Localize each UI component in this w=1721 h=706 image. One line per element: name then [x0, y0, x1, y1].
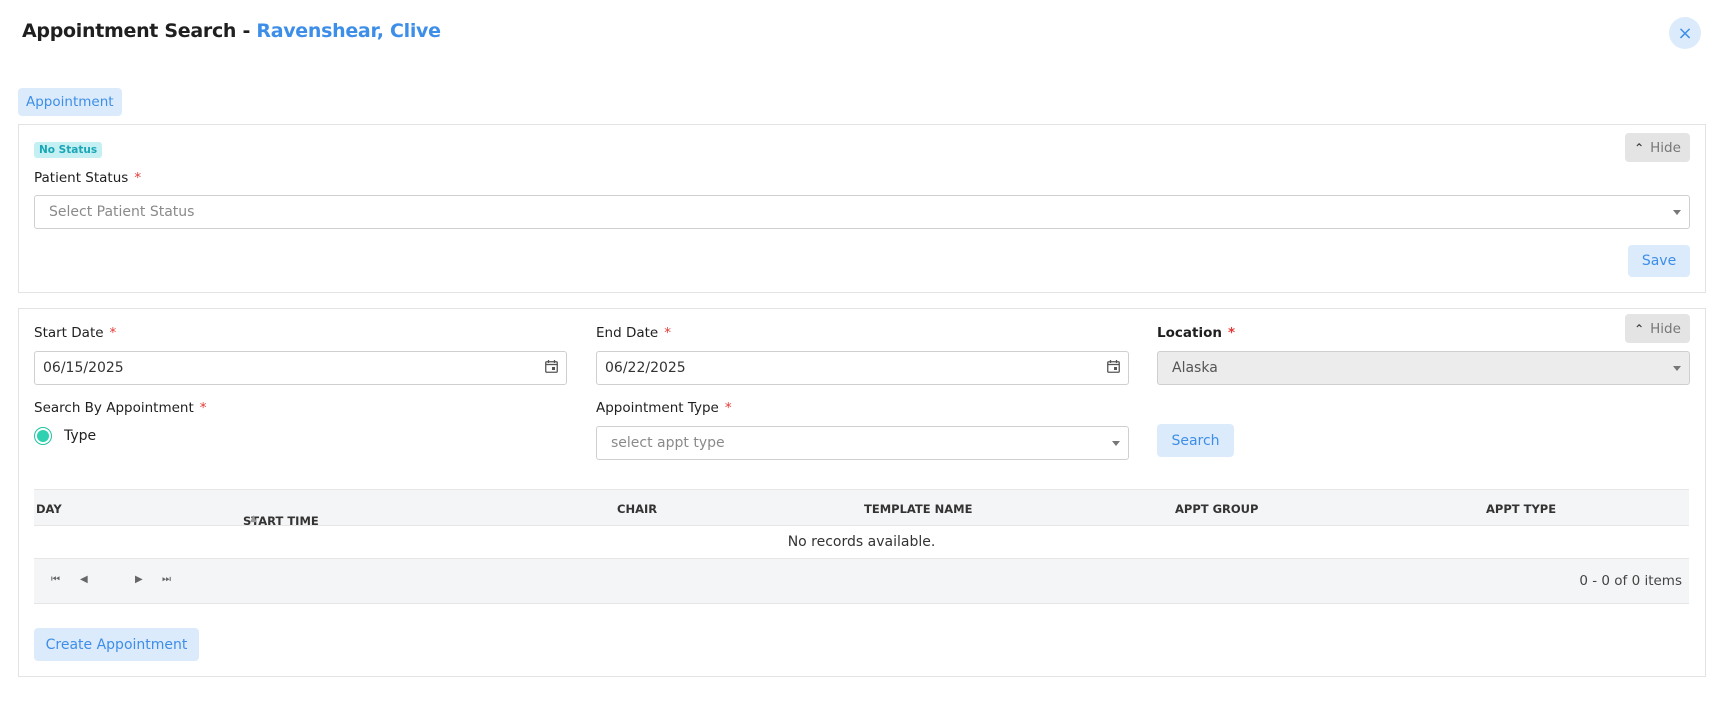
column-header-appt-type[interactable]: APPT TYPE	[1486, 502, 1556, 516]
search-by-label-text: Search By Appointment	[34, 400, 194, 416]
grid-empty-row: No records available.	[34, 526, 1689, 559]
chevron-up-icon: ⌃	[1634, 140, 1645, 155]
patient-status-placeholder: Select Patient Status	[49, 204, 195, 220]
patient-status-select[interactable]: Select Patient Status	[34, 195, 1690, 229]
chevron-down-icon	[1673, 366, 1681, 371]
column-header-appt-group[interactable]: APPT GROUP	[1175, 502, 1258, 516]
required-marker: *	[724, 400, 732, 416]
save-button[interactable]: Save	[1628, 245, 1690, 277]
radio-selected-icon[interactable]	[34, 427, 52, 445]
start-date-input[interactable]: 06/15/2025	[34, 351, 567, 385]
last-page-icon[interactable]: ⏭	[162, 574, 171, 585]
patient-status-label: Patient Status *	[34, 170, 141, 186]
required-marker: *	[134, 170, 142, 186]
status-badge: No Status	[34, 142, 103, 158]
search-button[interactable]: Search	[1157, 424, 1234, 457]
required-marker: *	[109, 325, 117, 341]
end-date-input[interactable]: 06/22/2025	[596, 351, 1129, 385]
appointment-type-select[interactable]: select appt type	[596, 426, 1129, 460]
calendar-icon[interactable]	[545, 360, 558, 373]
grid-header: DAY START TIME ▲ CHAIR TEMPLATE NAME APPT…	[34, 489, 1689, 528]
patient-status-panel: No Status ⌃ Hide Patient Status * Select …	[18, 124, 1706, 293]
start-date-label-text: Start Date	[34, 325, 104, 341]
page-title: Appointment Search - Ravenshear, Clive	[22, 20, 441, 42]
start-date-value: 06/15/2025	[43, 360, 124, 376]
required-marker: *	[199, 400, 207, 416]
patient-name: Ravenshear, Clive	[256, 20, 441, 42]
close-button[interactable]: ×	[1669, 17, 1701, 49]
location-label-text: Location	[1157, 325, 1222, 341]
appointment-type-placeholder: select appt type	[611, 435, 725, 451]
close-icon: ×	[1677, 22, 1693, 44]
location-value: Alaska	[1172, 360, 1218, 376]
appointment-search-panel: ⌃ Hide Start Date * 06/15/2025 End Date * …	[18, 308, 1706, 677]
grid-pager: ⏮ ◀ ▶ ⏭ 0 - 0 of 0 items	[34, 559, 1689, 604]
appointments-grid: DAY START TIME ▲ CHAIR TEMPLATE NAME APPT…	[34, 489, 1689, 604]
start-date-label: Start Date *	[34, 325, 116, 341]
column-header-template-name[interactable]: TEMPLATE NAME	[864, 502, 972, 516]
previous-page-icon[interactable]: ◀	[80, 574, 88, 585]
end-date-label-text: End Date	[596, 325, 659, 341]
calendar-icon[interactable]	[1107, 360, 1120, 373]
search-by-type-label: Type	[64, 428, 97, 444]
appointment-type-label: Appointment Type *	[596, 400, 732, 416]
column-header-day[interactable]: DAY	[36, 502, 62, 516]
pager-summary: 0 - 0 of 0 items	[1579, 573, 1682, 589]
search-by-label: Search By Appointment *	[34, 400, 207, 416]
column-header-chair[interactable]: CHAIR	[617, 502, 657, 516]
required-marker: *	[664, 325, 671, 341]
page-title-prefix: Appointment Search -	[22, 20, 257, 42]
next-page-icon[interactable]: ▶	[135, 574, 143, 585]
chevron-down-icon	[1673, 210, 1681, 215]
location-select: Alaska	[1157, 351, 1690, 385]
search-by-type-radio[interactable]: Type	[34, 427, 96, 445]
chevron-up-icon: ⌃	[1634, 321, 1645, 336]
hide-label: Hide	[1650, 320, 1681, 337]
empty-message: No records available.	[787, 534, 936, 550]
hide-label: Hide	[1650, 139, 1681, 156]
first-page-icon[interactable]: ⏮	[51, 574, 60, 585]
patient-status-label-text: Patient Status	[34, 170, 129, 186]
chevron-down-icon	[1112, 441, 1120, 446]
sort-icon[interactable]: ▲	[250, 514, 257, 524]
hide-search-panel-button[interactable]: ⌃ Hide	[1625, 314, 1690, 343]
end-date-label: End Date *	[596, 325, 671, 341]
required-marker: *	[1227, 325, 1236, 341]
create-appointment-button[interactable]: Create Appointment	[34, 628, 199, 661]
hide-status-panel-button[interactable]: ⌃ Hide	[1625, 133, 1690, 162]
end-date-value: 06/22/2025	[605, 360, 686, 376]
appointment-type-label-text: Appointment Type	[596, 400, 719, 416]
location-label: Location *	[1157, 325, 1235, 341]
tab-appointment[interactable]: Appointment	[18, 88, 122, 116]
